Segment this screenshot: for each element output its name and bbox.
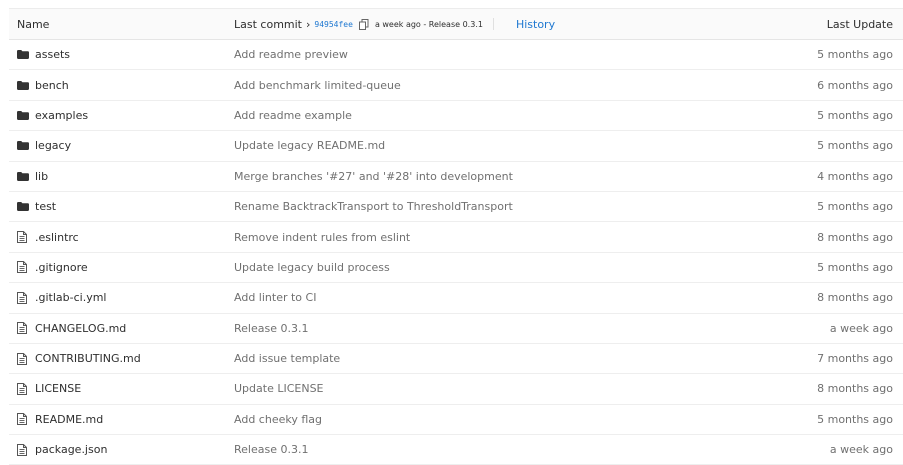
file-name-link[interactable]: .gitignore	[35, 261, 88, 274]
file-name-link[interactable]: .eslintrc	[35, 231, 79, 244]
table-row[interactable]: bench Add benchmark limited-queue 6 months…	[9, 70, 903, 101]
file-icon	[17, 413, 31, 426]
commit-message-link[interactable]: Update legacy build process	[234, 261, 773, 274]
commit-message-link[interactable]: Update LICENSE	[234, 382, 773, 395]
last-update-date: 4 months ago	[817, 169, 893, 183]
file-name-link[interactable]: .gitlab-ci.yml	[35, 291, 106, 304]
commit-message-link[interactable]: Add readme preview	[234, 48, 773, 61]
table-row[interactable]: .gitlab-ci.yml Add linter to CI 8 months a…	[9, 283, 903, 314]
table-row[interactable]: test Rename BacktrackTransport to Thresho…	[9, 192, 903, 223]
file-name-link[interactable]: assets	[35, 48, 70, 61]
file-name-link[interactable]: test	[35, 200, 56, 213]
folder-icon	[17, 49, 31, 61]
last-update-date: 7 months ago	[817, 352, 893, 366]
file-name-link[interactable]: README.md	[35, 413, 103, 426]
file-name-cell[interactable]: CHANGELOG.md	[9, 322, 234, 335]
commit-message-link[interactable]: Add cheeky flag	[234, 413, 773, 426]
last-update-date: 5 months ago	[817, 48, 893, 62]
commit-message-link[interactable]: Release 0.3.1	[234, 443, 773, 456]
last-commit-header: Last commit › 94954fee a week ago - Rele…	[234, 18, 773, 31]
file-name-cell[interactable]: .gitlab-ci.yml	[9, 291, 234, 304]
table-row[interactable]: package.json Release 0.3.1 a week ago	[9, 435, 903, 465]
commit-message-link[interactable]: Merge branches '#27' and '#28' into deve…	[234, 170, 773, 183]
file-name-cell[interactable]: README.md	[9, 413, 234, 426]
name-column-header: Name	[17, 17, 50, 31]
table-row[interactable]: CONTRIBUTING.md Add issue template 7 month…	[9, 344, 903, 375]
divider	[492, 18, 494, 30]
file-icon	[17, 261, 31, 274]
commit-message-link[interactable]: Add benchmark limited-queue	[234, 79, 773, 92]
table-header: Name Last commit › 94954fee a week ago -…	[9, 8, 903, 40]
file-list: assets Add readme preview 5 months ago benc…	[9, 40, 903, 465]
table-row[interactable]: assets Add readme preview 5 months ago	[9, 40, 903, 71]
file-icon	[17, 352, 31, 365]
commit-message-link[interactable]: Remove indent rules from eslint	[234, 231, 773, 244]
folder-icon	[17, 79, 31, 91]
file-name-cell[interactable]: examples	[9, 109, 234, 122]
file-tree-table: Name Last commit › 94954fee a week ago -…	[9, 8, 903, 465]
file-icon	[17, 322, 31, 335]
file-name-cell[interactable]: assets	[9, 48, 234, 61]
file-name-cell[interactable]: package.json	[9, 443, 234, 456]
table-row[interactable]: .eslintrc Remove indent rules from eslint…	[9, 222, 903, 253]
last-update-date: 6 months ago	[817, 78, 893, 92]
last-update-date: 8 months ago	[817, 291, 893, 305]
file-name-link[interactable]: CHANGELOG.md	[35, 322, 126, 335]
commit-sha-link[interactable]: 94954fee	[314, 20, 353, 29]
commit-message-link[interactable]: Update legacy README.md	[234, 139, 773, 152]
file-name-link[interactable]: CONTRIBUTING.md	[35, 352, 141, 365]
history-link[interactable]: History	[516, 18, 555, 31]
commit-time: a week ago - Release 0.3.1	[374, 19, 483, 29]
file-name-cell[interactable]: CONTRIBUTING.md	[9, 352, 234, 365]
file-name-cell[interactable]: legacy	[9, 139, 234, 152]
table-row[interactable]: lib Merge branches '#27' and '#28' into d…	[9, 162, 903, 192]
table-row[interactable]: LICENSE Update LICENSE 8 months ago	[9, 374, 903, 405]
file-icon	[17, 291, 31, 304]
table-row[interactable]: legacy Update legacy README.md 5 months ag…	[9, 131, 903, 162]
table-row[interactable]: CHANGELOG.md Release 0.3.1 a week ago	[9, 314, 903, 344]
last-update-date: 5 months ago	[817, 108, 893, 122]
last-update-date: 5 months ago	[817, 412, 893, 426]
table-row[interactable]: .gitignore Update legacy build process 5 m…	[9, 253, 903, 284]
last-update-date: 8 months ago	[817, 382, 893, 396]
file-name-link[interactable]: bench	[35, 79, 69, 92]
last-update-date: 8 months ago	[817, 230, 893, 244]
file-name-cell[interactable]: .eslintrc	[9, 231, 234, 244]
file-name-cell[interactable]: LICENSE	[9, 382, 234, 395]
file-name-link[interactable]: LICENSE	[35, 382, 81, 395]
last-update-date: a week ago	[829, 321, 893, 335]
file-icon	[17, 443, 31, 456]
file-name-cell[interactable]: .gitignore	[9, 261, 234, 274]
folder-icon	[17, 109, 31, 121]
file-name-link[interactable]: legacy	[35, 139, 71, 152]
table-row[interactable]: README.md Add cheeky flag 5 months ago	[9, 405, 903, 436]
file-name-cell[interactable]: test	[9, 200, 234, 213]
commit-message-link[interactable]: Add readme example	[234, 109, 773, 122]
folder-icon	[17, 201, 31, 213]
file-name-cell[interactable]: bench	[9, 79, 234, 92]
folder-icon	[17, 170, 31, 182]
commit-message-link[interactable]: Rename BacktrackTransport to ThresholdTr…	[234, 200, 773, 213]
last-commit-info: Last commit › 94954fee a week ago - Rele…	[234, 18, 773, 31]
chevron-right-icon: ›	[306, 17, 311, 31]
folder-icon	[17, 140, 31, 152]
file-name-link[interactable]: examples	[35, 109, 88, 122]
file-name-link[interactable]: lib	[35, 170, 48, 183]
commit-message-link[interactable]: Release 0.3.1	[234, 322, 773, 335]
commit-message-link[interactable]: Add linter to CI	[234, 291, 773, 304]
file-name-cell[interactable]: lib	[9, 170, 234, 183]
table-row[interactable]: examples Add readme example 5 months ago	[9, 101, 903, 132]
last-update-date: 5 months ago	[817, 260, 893, 274]
copy-icon[interactable]	[358, 18, 369, 30]
last-update-date: 5 months ago	[817, 139, 893, 153]
file-icon	[17, 382, 31, 395]
last-update-date: 5 months ago	[817, 200, 893, 214]
last-update-header: Last Update	[826, 17, 893, 31]
last-commit-label: Last commit	[234, 17, 302, 31]
commit-message-link[interactable]: Add issue template	[234, 352, 773, 365]
last-update-date: a week ago	[829, 443, 893, 457]
file-name-link[interactable]: package.json	[35, 443, 107, 456]
file-icon	[17, 231, 31, 244]
